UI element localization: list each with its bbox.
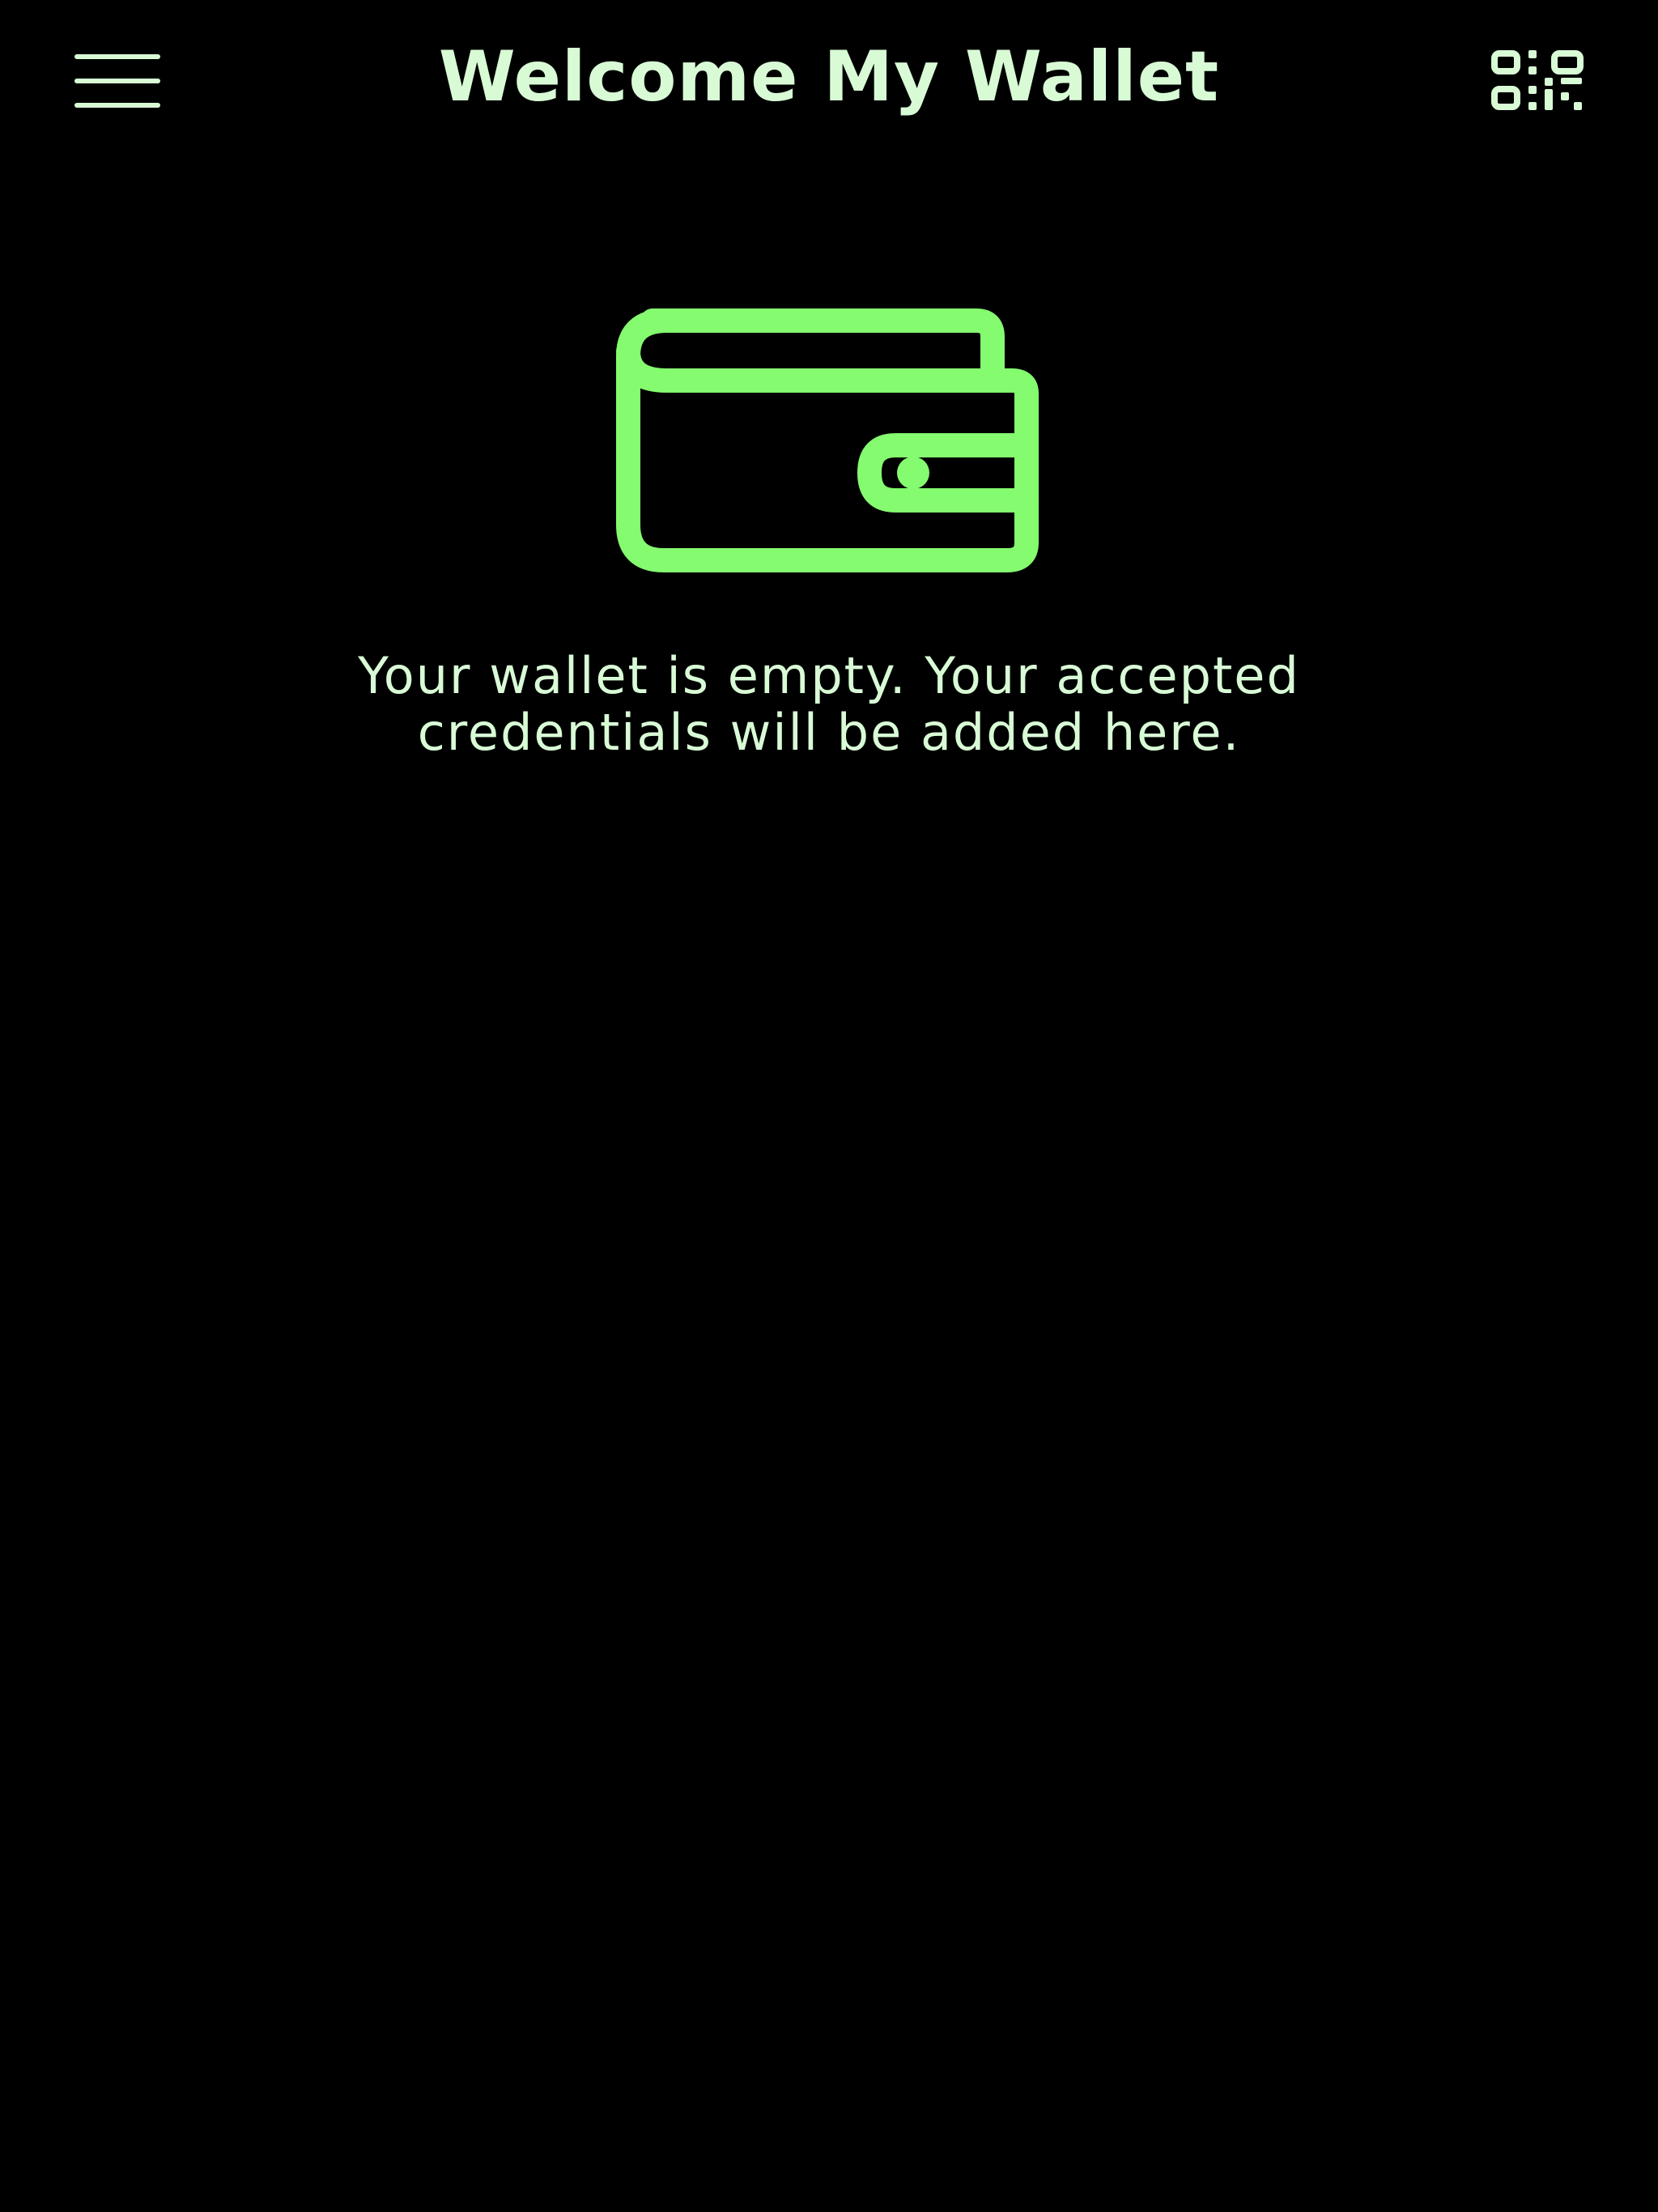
wallet-icon xyxy=(616,308,1039,572)
page-title: Welcome My Wallet xyxy=(438,36,1220,117)
empty-wallet-state: Your wallet is empty. Your accepted cred… xyxy=(0,308,1658,761)
qr-code-icon xyxy=(1491,50,1584,110)
top-app-bar: Welcome My Wallet xyxy=(0,0,1658,162)
wallet-home-screen: Welcome My Wallet Your wallet is empty. … xyxy=(0,0,1658,2212)
scan-qr-button[interactable] xyxy=(1482,40,1595,121)
empty-wallet-message: Your wallet is empty. Your accepted cred… xyxy=(358,646,1300,762)
